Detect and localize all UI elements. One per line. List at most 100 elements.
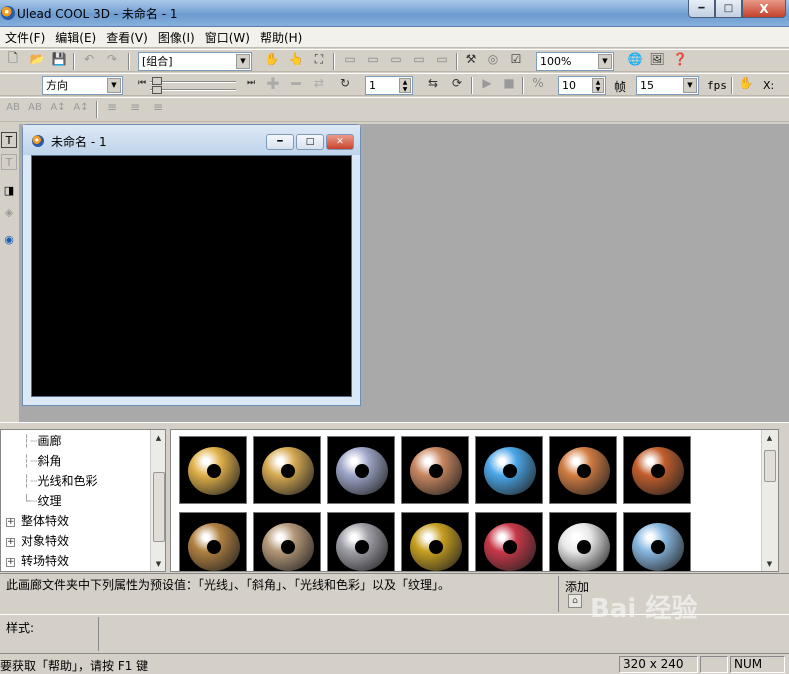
open-folder-icon[interactable]: 📂 [28, 50, 46, 68]
preview-icon[interactable]: ☑ [507, 50, 525, 68]
scroll-up-icon[interactable]: ▲ [152, 431, 165, 444]
align-text-left-icon[interactable]: ≡ [103, 98, 121, 116]
last-frame-icon[interactable]: ⏭ [242, 74, 260, 92]
gallery-scrollbar[interactable]: ▲ ▼ [761, 430, 778, 571]
undo-icon[interactable]: ↶ [80, 50, 98, 68]
loop-icon[interactable]: ↻ [336, 74, 354, 92]
wand-icon[interactable]: ⚒ [462, 50, 480, 68]
menu-file[interactable]: 文件(F) [0, 29, 50, 46]
redo-icon[interactable]: ↷ [103, 50, 121, 68]
insert-shape-icon[interactable]: ◨ [1, 182, 17, 198]
frame-input[interactable]: 1 ▲ ▼ [365, 76, 413, 95]
object-icon[interactable]: ◉ [1, 231, 17, 247]
edit-text-icon[interactable]: T [1, 154, 17, 170]
insert-text-icon[interactable]: T [1, 132, 17, 148]
tree-scrollbar[interactable]: ▲ ▼ [150, 430, 165, 571]
reverse-icon[interactable]: ⇄ [310, 74, 328, 92]
tree-item-object-effects[interactable]: 对象特效 [21, 533, 69, 550]
object-combo[interactable]: [组合] ▼ [138, 52, 252, 71]
direction-combo[interactable]: 方向 ▼ [42, 76, 123, 95]
gallery-thumbnail-blue-ring[interactable] [475, 436, 543, 504]
hand-rotate-icon[interactable]: 👆 [287, 50, 305, 68]
minimize-button[interactable]: ━ [688, 0, 715, 18]
align-top-icon[interactable]: ▭ [410, 50, 428, 68]
align-center-icon[interactable]: ▭ [364, 50, 382, 68]
gallery-thumbnail-gold-ring[interactable] [179, 436, 247, 504]
expand-icon[interactable]: + [6, 558, 15, 567]
tree-item-light-color[interactable]: ┆┈光线和色彩 [23, 473, 97, 490]
align-bottom-icon[interactable]: ▭ [433, 50, 451, 68]
align-text-right-icon[interactable]: ≡ [149, 98, 167, 116]
gallery-thumbnail-bronze-ring[interactable] [179, 512, 247, 571]
percent-icon[interactable]: % [529, 74, 547, 92]
resize-icon[interactable]: ⛶ [310, 50, 328, 68]
first-frame-icon[interactable]: ⏮ [133, 74, 151, 92]
tree-item-gallery[interactable]: ┆┈画廊 [23, 433, 61, 450]
slider-thumb[interactable] [152, 86, 162, 94]
close-button[interactable]: X [742, 0, 786, 18]
expand-icon[interactable]: + [6, 538, 15, 547]
gallery-thumbnail-rust-ring[interactable] [623, 436, 691, 504]
image-export-icon[interactable]: 🖼 [648, 50, 666, 68]
scroll-thumb[interactable] [764, 450, 776, 482]
add-keyframe-icon[interactable]: ✚ [264, 74, 282, 93]
zoom-combo[interactable]: 100% ▼ [536, 52, 614, 71]
gallery-thumbnail-copper-ring[interactable] [401, 436, 469, 504]
scroll-thumb[interactable] [153, 472, 165, 542]
add-icon[interactable]: ⌂ [568, 594, 582, 608]
align-text-center-icon[interactable]: ≡ [126, 98, 144, 116]
text-spacing-icon[interactable]: A↕ [49, 98, 67, 116]
maximize-button[interactable]: □ [715, 0, 742, 18]
stop-icon[interactable]: ■ [500, 74, 518, 92]
pingpong-icon[interactable]: ⇆ [424, 74, 442, 92]
menu-window[interactable]: 窗口(W) [200, 29, 255, 46]
align-right-icon[interactable]: ▭ [387, 50, 405, 68]
spin-arrows[interactable]: ▲ ▼ [592, 78, 604, 93]
web-export-icon[interactable]: 🌐 [626, 50, 644, 68]
menu-edit[interactable]: 编辑(E) [50, 29, 101, 46]
panel-splitter[interactable] [0, 422, 789, 428]
repeat-icon[interactable]: ⟳ [448, 74, 466, 92]
menu-image[interactable]: 图像(I) [153, 29, 200, 46]
gallery-thumbnail-stained-ring[interactable] [475, 512, 543, 571]
doc-close-button[interactable]: ✕ [326, 134, 354, 150]
gallery-thumbnail-speckled-ring[interactable] [401, 512, 469, 571]
expand-icon[interactable]: + [6, 518, 15, 527]
gallery-thumbnail-stone-ring[interactable] [253, 512, 321, 571]
text-style-icon[interactable]: AB [4, 98, 22, 116]
context-help-icon[interactable]: ❓ [671, 50, 689, 68]
tree-item-global-effects[interactable]: 整体特效 [21, 513, 69, 530]
align-left-icon[interactable]: ▭ [341, 50, 359, 68]
timeline-slider[interactable] [150, 77, 236, 94]
scroll-down-icon[interactable]: ▼ [763, 557, 776, 570]
save-icon[interactable]: 💾 [50, 50, 68, 68]
frames-input[interactable]: 10 ▲ ▼ [558, 76, 606, 95]
gallery-thumbnail-glass-ring[interactable] [623, 512, 691, 571]
doc-minimize-button[interactable]: ━ [266, 134, 294, 150]
geometry-icon[interactable]: ◈ [1, 204, 17, 220]
new-file-icon[interactable]: 🗋 [4, 50, 22, 68]
text-style-icon[interactable]: AB [26, 98, 44, 116]
gallery-thumbnail-gold-ring-shiny[interactable] [253, 436, 321, 504]
fps-combo[interactable]: 15 ▼ [636, 76, 699, 95]
slider-thumb[interactable] [152, 77, 162, 85]
tree-item-transition-effects[interactable]: 转场特效 [21, 553, 69, 570]
menu-help[interactable]: 帮助(H) [255, 29, 307, 46]
menu-view[interactable]: 查看(V) [101, 29, 153, 46]
globe-icon[interactable]: ◎ [484, 50, 502, 68]
gallery-thumbnail-silver-ring[interactable] [327, 436, 395, 504]
tree-item-texture[interactable]: └┈纹理 [23, 493, 61, 510]
play-icon[interactable]: ▶ [478, 74, 496, 92]
render-canvas[interactable] [31, 155, 352, 397]
text-spacing-icon[interactable]: A↕ [72, 98, 90, 116]
remove-keyframe-icon[interactable]: ━ [287, 74, 305, 93]
doc-maximize-button[interactable]: □ [296, 134, 324, 150]
scroll-up-icon[interactable]: ▲ [763, 431, 776, 444]
hand-move-icon[interactable]: ✋ [263, 50, 281, 68]
gallery-thumbnail-white-ring[interactable] [549, 512, 617, 571]
position-hand-icon[interactable]: ✋ [737, 74, 755, 92]
gallery-thumbnail-wood-ring[interactable] [549, 436, 617, 504]
gallery-thumbnail-chain-ring[interactable] [327, 512, 395, 571]
spin-arrows[interactable]: ▲ ▼ [399, 78, 411, 93]
tree-item-bevel[interactable]: ┆┈斜角 [23, 453, 61, 470]
